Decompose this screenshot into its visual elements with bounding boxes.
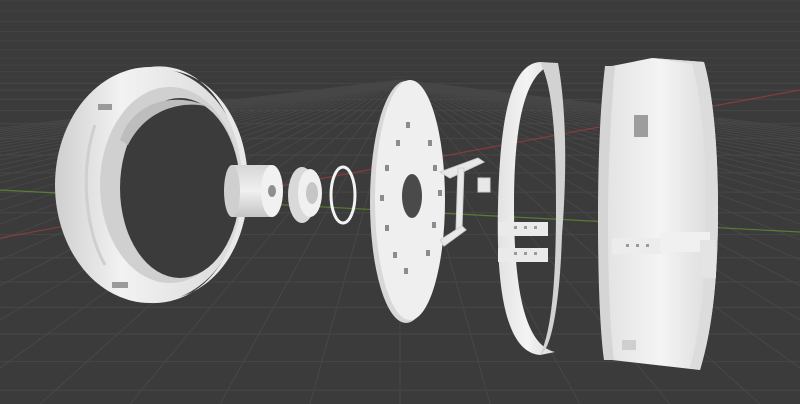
outer-shell-ring[interactable] bbox=[598, 58, 718, 370]
bearing-cap[interactable] bbox=[288, 167, 322, 223]
outer-ring-housing[interactable] bbox=[55, 66, 248, 304]
slotted-disc[interactable] bbox=[370, 80, 445, 323]
shell-window bbox=[634, 115, 648, 137]
3d-viewport[interactable] bbox=[0, 0, 800, 404]
bracket-arm[interactable] bbox=[438, 157, 491, 247]
housing-slot-top bbox=[98, 104, 112, 110]
disc-center-hole bbox=[402, 174, 422, 218]
viewport-canvas[interactable] bbox=[0, 0, 800, 404]
o-ring[interactable] bbox=[329, 165, 357, 225]
hub-cylinder[interactable] bbox=[224, 165, 283, 217]
housing-slot-bottom bbox=[112, 282, 128, 288]
